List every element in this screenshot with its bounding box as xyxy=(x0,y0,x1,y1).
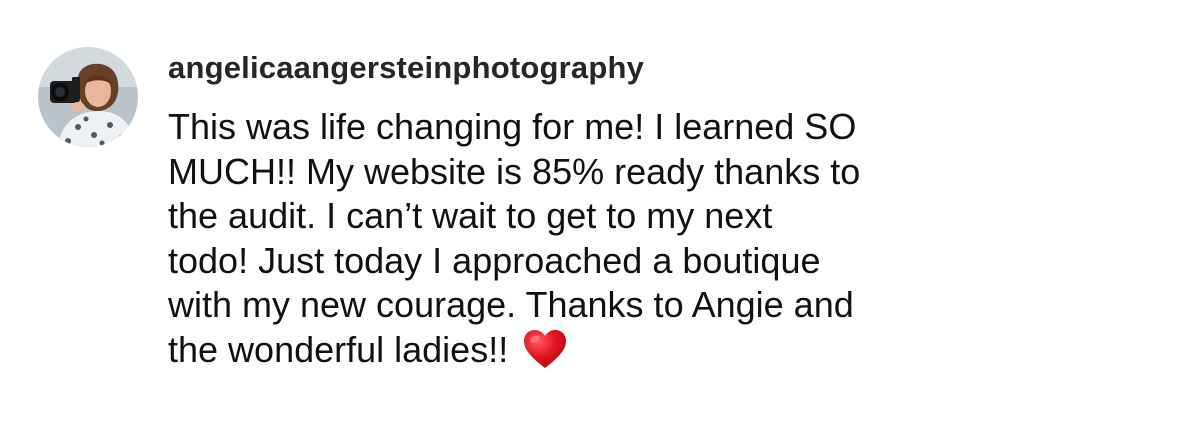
comment-line: todo! Just today I approached a boutique xyxy=(168,239,821,281)
heart-emoji-icon xyxy=(522,328,568,370)
comment-line: the audit. I can’t wait to get to my nex… xyxy=(168,195,773,236)
avatar[interactable] xyxy=(38,47,138,147)
comment-line: with my new courage. Thanks to Angie and xyxy=(168,284,854,325)
comment: angelicaangersteinphotography This was l… xyxy=(0,0,1179,445)
profile-photo xyxy=(38,47,138,147)
comment-body: angelicaangersteinphotography This was l… xyxy=(168,46,1158,372)
comment-line: This was life changing for me! I learned… xyxy=(168,106,857,147)
comment-last-line: the wonderful ladies!! xyxy=(168,328,1068,373)
comment-line: the wonderful ladies!! xyxy=(168,328,509,370)
comment-text: This was life changing for me! I learned… xyxy=(168,105,1068,372)
comment-line: MUCH!! My website is 85% ready thanks to xyxy=(168,150,861,192)
username-link[interactable]: angelicaangersteinphotography xyxy=(168,46,1158,90)
